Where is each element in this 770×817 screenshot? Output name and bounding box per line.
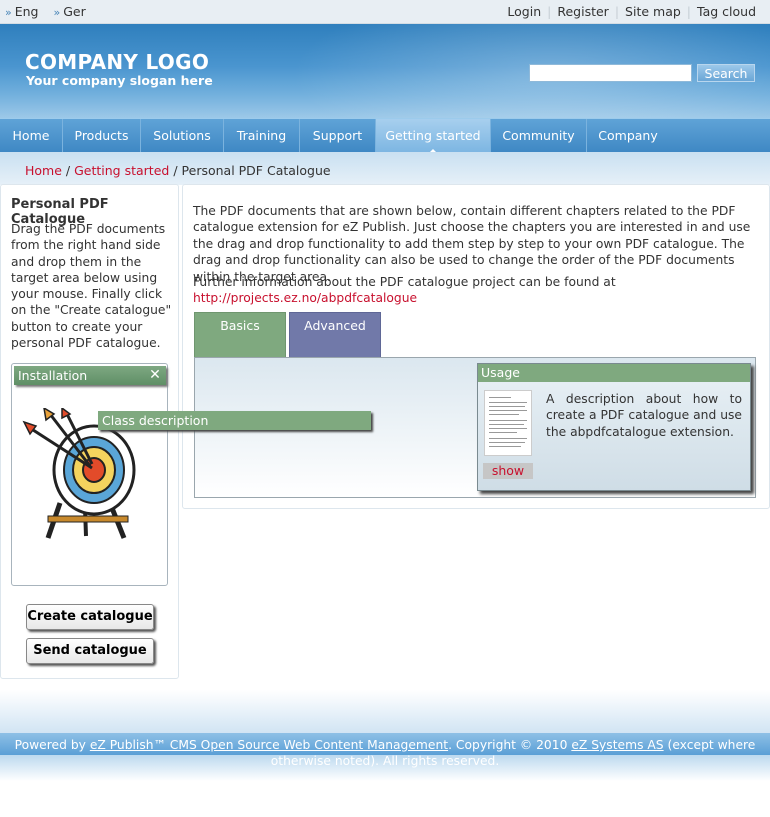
nav-tab-solutions[interactable]: Solutions (141, 119, 224, 152)
footer-text: Powered by eZ Publish™ CMS Open Source W… (0, 737, 770, 769)
sidebar-instructions: Drag the PDF documents from the right ha… (11, 222, 172, 351)
search-button[interactable]: Search (697, 64, 755, 82)
breadcrumb-current: Personal PDF Catalogue (181, 163, 331, 178)
pdf-document-usage[interactable]: Usage show A description about how to cr… (477, 363, 751, 491)
info-paragraph: Further information about the PDF catalo… (193, 274, 758, 307)
lang-eng[interactable]: Eng (15, 4, 39, 19)
search-input[interactable] (529, 64, 692, 82)
header-decoration (270, 24, 770, 118)
nav-tab-training[interactable]: Training (224, 119, 300, 152)
project-link[interactable]: http://projects.ez.no/abpdfcatalogue (193, 291, 417, 305)
nav-tab-support[interactable]: Support (300, 119, 376, 152)
catalogue-drop-target[interactable]: Installation ✕ (11, 363, 168, 586)
main-content: The PDF documents that are shown below, … (182, 184, 770, 509)
site-header: COMPANY LOGO Your company slogan here Se… (0, 24, 770, 118)
nav-tab-community[interactable]: Community (491, 119, 587, 152)
footer-copyright: . Copyright © 2010 (448, 738, 572, 752)
breadcrumb-getting-started[interactable]: Getting started (74, 163, 169, 178)
main-nav: Home Products Solutions Training Support… (0, 118, 770, 153)
footer-prefix: Powered by (14, 738, 90, 752)
send-catalogue-button[interactable]: Send catalogue (26, 638, 154, 664)
ez-systems-link[interactable]: eZ Systems AS (571, 738, 663, 752)
tag-cloud-link[interactable]: Tag cloud (691, 4, 762, 19)
breadcrumb-home[interactable]: Home (25, 163, 62, 178)
nav-tab-home[interactable]: Home (0, 119, 63, 152)
footer-glow (0, 690, 770, 735)
dragging-pdf-item[interactable]: Class description (98, 411, 371, 430)
company-slogan: Your company slogan here (26, 73, 213, 88)
close-icon[interactable]: ✕ (148, 368, 162, 382)
top-bar: » Eng » Ger Login | Register | Site map | Tag cl… (0, 0, 770, 24)
double-chevron-right-icon: » (53, 6, 61, 19)
double-chevron-right-icon: » (5, 6, 12, 19)
breadcrumb-bar: Home / Getting started / Personal PDF Ca… (0, 152, 770, 185)
register-link[interactable]: Register (551, 4, 614, 19)
catalogue-item-installation[interactable]: Installation ✕ (14, 366, 166, 385)
info-text: Further information about the PDF catalo… (193, 275, 616, 289)
intro-paragraph: The PDF documents that are shown below, … (193, 204, 751, 284)
catalogue-sidebar: Personal PDF Catalogue Drag the PDF docu… (0, 184, 179, 679)
tab-basics[interactable]: Basics (194, 312, 286, 357)
company-logo[interactable]: COMPANY LOGO (25, 50, 209, 74)
top-links: Login | Register | Site map | Tag cloud (501, 4, 762, 19)
language-switcher: » Eng » Ger (5, 4, 97, 19)
breadcrumb: Home / Getting started / Personal PDF Ca… (25, 163, 331, 178)
pdf-document-title[interactable]: Usage (478, 364, 750, 382)
pdf-thumbnail (484, 390, 532, 456)
pdf-description: A description about how to create a PDF … (546, 392, 742, 439)
catalogue-item-label: Installation (18, 368, 88, 383)
breadcrumb-separator: / (65, 163, 71, 178)
breadcrumb-separator: / (173, 163, 178, 178)
site-map-link[interactable]: Site map (619, 4, 687, 19)
tab-advanced[interactable]: Advanced (289, 312, 381, 357)
nav-tab-getting-started[interactable]: Getting started (376, 119, 491, 153)
lang-ger[interactable]: Ger (63, 4, 86, 19)
show-button[interactable]: show (483, 463, 533, 479)
nav-tab-company[interactable]: Company (587, 119, 669, 152)
login-link[interactable]: Login (501, 4, 547, 19)
create-catalogue-button[interactable]: Create catalogue (26, 604, 154, 630)
ez-publish-link[interactable]: eZ Publish™ CMS Open Source Web Content … (90, 738, 448, 752)
nav-tab-products[interactable]: Products (63, 119, 141, 152)
